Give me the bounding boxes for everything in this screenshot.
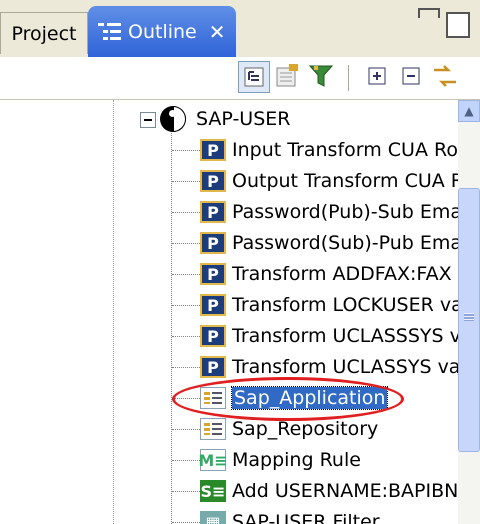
tree-item[interactable]: P Password(Sub)-Pub Emai bbox=[172, 228, 458, 258]
policy-icon: P bbox=[200, 263, 226, 285]
tab-project[interactable]: Project bbox=[0, 12, 88, 54]
application-icon bbox=[200, 387, 226, 409]
maximize-icon[interactable] bbox=[446, 12, 470, 38]
tree-item-label: Transform LOCKUSER va bbox=[232, 294, 458, 316]
sync-icon[interactable] bbox=[430, 61, 462, 93]
policy-icon: P bbox=[200, 325, 226, 347]
view-tab-strip: Project Outline ✕ bbox=[0, 0, 480, 58]
funnel-icon[interactable] bbox=[306, 61, 338, 93]
application-icon bbox=[200, 418, 226, 440]
tab-outline-label: Outline bbox=[128, 21, 197, 43]
tree-item[interactable]: P Transform UCLASSYS val bbox=[172, 352, 458, 382]
scrollbar-thumb[interactable] bbox=[458, 188, 480, 452]
filter-icon: ▦ bbox=[200, 511, 226, 524]
tree-item[interactable]: P Password(Pub)-Sub Emai bbox=[172, 197, 458, 227]
tree-item-label: Input Transform CUA Rol bbox=[232, 139, 458, 161]
policy-icon: P bbox=[200, 139, 226, 161]
close-icon[interactable]: ✕ bbox=[209, 20, 226, 44]
toolbar-separator bbox=[348, 65, 349, 91]
vertical-scrollbar[interactable]: ▲ bbox=[458, 100, 480, 524]
hierarchy-icon[interactable] bbox=[238, 61, 270, 93]
tree-item-label: Password(Pub)-Sub Emai bbox=[232, 201, 458, 223]
outline-toolbar bbox=[0, 57, 480, 100]
tree-root-label: SAP-USER bbox=[196, 108, 291, 130]
tree-guide-line bbox=[113, 100, 114, 524]
tree-item[interactable]: P Transform UCLASSSYS va bbox=[172, 321, 458, 351]
tree-root-sap-user[interactable]: SAP-USER bbox=[160, 104, 290, 134]
policy-icon: P bbox=[200, 201, 226, 223]
tree-item-label: Output Transform CUA R bbox=[232, 170, 458, 192]
tree-item-label: Transform ADDFAX:FAX bbox=[232, 263, 452, 285]
scrollbar-grip-icon bbox=[464, 313, 474, 321]
collapse-toggle-icon[interactable] bbox=[140, 112, 156, 128]
tree-item[interactable]: P Input Transform CUA Rol bbox=[172, 135, 458, 165]
tree-item-label: Transform UCLASSYS val bbox=[232, 356, 458, 378]
tab-project-label: Project bbox=[11, 22, 77, 45]
policy-icon: P bbox=[200, 356, 226, 378]
yin-yang-icon bbox=[160, 106, 186, 132]
scroll-up-icon[interactable]: ▲ bbox=[458, 100, 480, 122]
tree-item[interactable]: M≡ Mapping Rule bbox=[172, 445, 361, 475]
tree-item[interactable]: P Transform ADDFAX:FAX bbox=[172, 259, 452, 289]
tree-item-label: SAP-USER Filter bbox=[232, 511, 380, 524]
tree-item[interactable]: P Output Transform CUA R bbox=[172, 166, 458, 196]
tree-item-label: Sap_Repository bbox=[232, 418, 379, 440]
tree-item-selected[interactable]: Sap_Application bbox=[172, 383, 389, 413]
policy-icon: P bbox=[200, 232, 226, 254]
tree-item-label: Transform UCLASSSYS va bbox=[232, 325, 458, 347]
mapping-rule-icon: M≡ bbox=[198, 449, 228, 471]
script-icon: S≡ bbox=[200, 480, 226, 502]
tab-outline[interactable]: Outline ✕ bbox=[88, 6, 236, 58]
policy-icon: P bbox=[200, 294, 226, 316]
tree-item-label: Password(Sub)-Pub Emai bbox=[232, 232, 458, 254]
tree-item[interactable]: S≡ Add USERNAME:BAPIBNA bbox=[172, 476, 458, 506]
expand-all-icon[interactable] bbox=[362, 61, 394, 93]
tree-item-label: Sap_Application bbox=[230, 386, 389, 410]
tree-item-label: Add USERNAME:BAPIBNA bbox=[232, 480, 458, 502]
fields-filter-icon[interactable] bbox=[272, 61, 304, 93]
collapse-all-icon[interactable] bbox=[396, 61, 428, 93]
minimize-icon[interactable] bbox=[418, 8, 440, 18]
tree-item[interactable]: ▦ SAP-USER Filter bbox=[172, 507, 380, 524]
policy-icon: P bbox=[200, 170, 226, 192]
tree-item-label: Mapping Rule bbox=[232, 449, 361, 471]
outline-tree: SAP-USER P Input Transform CUA Rol P Out… bbox=[0, 100, 458, 524]
tree-item[interactable]: Sap_Repository bbox=[172, 414, 378, 444]
tree-item[interactable]: P Transform LOCKUSER va bbox=[172, 290, 458, 320]
outline-icon bbox=[98, 21, 122, 43]
